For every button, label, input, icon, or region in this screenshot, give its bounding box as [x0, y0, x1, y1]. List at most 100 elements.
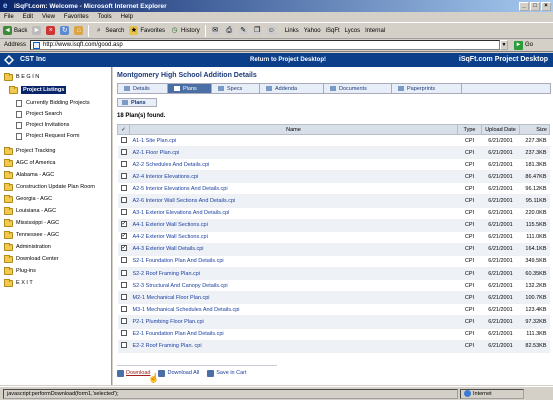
- minimize-button[interactable]: _: [519, 1, 529, 11]
- nav-folder-item[interactable]: Download Center: [4, 254, 59, 264]
- plan-name-link[interactable]: P2-1 Plumbing Floor Plan.cpi: [133, 319, 204, 325]
- back-button[interactable]: ◄ Back: [3, 26, 27, 35]
- plan-name-link[interactable]: A2-6 Interior Wall Sections And Details.…: [133, 198, 236, 204]
- menu-edit[interactable]: Edit: [23, 14, 33, 20]
- header-size[interactable]: Size: [519, 124, 550, 135]
- nav-project-request-form[interactable]: Project Request Form: [16, 131, 80, 141]
- plan-upload-date: 6/21/2001: [481, 170, 520, 184]
- plan-name-link[interactable]: A4-1 Exterior Wall Sections.cpi: [133, 222, 208, 228]
- nav-project-invitations[interactable]: Project Invitations: [16, 120, 69, 130]
- plan-name-link[interactable]: M3-1 Mechanical Schedules And Details.cp…: [133, 307, 240, 313]
- subtab-plans[interactable]: Plans: [117, 98, 157, 107]
- download-button[interactable]: Download: [117, 369, 150, 377]
- plan-name-link[interactable]: A4-2 Exterior Wall Sections.cpi: [133, 234, 208, 240]
- address-input[interactable]: http://www.isqft.com/good.asp: [30, 40, 501, 50]
- header-upload-date[interactable]: Upload Date: [481, 124, 520, 135]
- nav-exit[interactable]: E X I T: [4, 278, 33, 288]
- plan-name-link[interactable]: A1-1 Site Plan.cpi: [133, 138, 177, 144]
- nav-folder-item[interactable]: Louisiana - AGC: [4, 206, 56, 216]
- forward-icon[interactable]: ►: [32, 26, 42, 35]
- nav-project-listings[interactable]: Project Listings: [9, 85, 67, 95]
- link-internal[interactable]: Internal: [365, 28, 385, 34]
- plan-name-link[interactable]: S2-2 Roof Framing Plan.cpi: [133, 271, 201, 277]
- tab-specs[interactable]: Specs: [212, 84, 260, 93]
- row-checkbox[interactable]: [120, 330, 127, 337]
- plan-name-link[interactable]: S2-1 Foundation Plan And Details.cpi: [133, 258, 224, 264]
- download-all-button[interactable]: Download All: [158, 369, 199, 377]
- menu-file[interactable]: File: [4, 14, 14, 20]
- return-to-desktop-link[interactable]: Return to Project Desktop!: [250, 57, 326, 63]
- plan-name-link[interactable]: M2-1 Mechanical Floor Plan.cpi: [133, 295, 210, 301]
- address-dropdown[interactable]: ▼: [500, 40, 509, 50]
- link-yahoo[interactable]: Yahoo: [304, 28, 321, 34]
- search-button[interactable]: ⌕ Search: [94, 26, 124, 35]
- row-checkbox[interactable]: [120, 232, 127, 240]
- mail-icon[interactable]: ✉: [210, 26, 220, 35]
- plan-name-link[interactable]: A2-1 Floor Plan.cpi: [133, 150, 180, 156]
- row-checkbox[interactable]: [120, 269, 127, 276]
- row-checkbox[interactable]: [120, 136, 127, 143]
- discuss-icon[interactable]: ❐: [252, 26, 262, 35]
- messenger-icon[interactable]: ☺: [266, 26, 276, 35]
- link-lycos[interactable]: Lycos: [345, 28, 360, 34]
- stop-icon[interactable]: ×: [46, 26, 56, 35]
- plan-name-link[interactable]: A2-4 Interior Elevations.cpi: [133, 174, 199, 180]
- row-checkbox[interactable]: [120, 317, 127, 324]
- tab-details[interactable]: Details: [118, 84, 168, 93]
- row-checkbox[interactable]: [120, 197, 127, 204]
- header-check[interactable]: ✓: [117, 124, 130, 135]
- header-type[interactable]: Type: [457, 124, 482, 135]
- nav-folder-item[interactable]: Project Tracking: [4, 146, 55, 156]
- header-name[interactable]: Name: [129, 124, 458, 135]
- row-checkbox[interactable]: [120, 342, 127, 349]
- row-checkbox[interactable]: [120, 305, 127, 312]
- nav-begin[interactable]: B E G I N: [4, 72, 39, 82]
- nav-folder-item[interactable]: Georgia - AGC: [4, 194, 52, 204]
- plan-name-link[interactable]: S2-3 Structural And Canopy Details.cpi: [133, 283, 228, 289]
- nav-folder-item[interactable]: Administration: [4, 242, 51, 252]
- tab-paperprints[interactable]: Paperprints: [392, 84, 462, 93]
- history-button[interactable]: ◷ History: [170, 26, 199, 35]
- save-in-cart-button[interactable]: Save in Cart: [207, 369, 247, 377]
- plan-name-link[interactable]: A3-1 Exterior Elevations And Details.cpi: [133, 210, 230, 216]
- favorites-button[interactable]: ★ Favorites: [129, 26, 165, 35]
- row-checkbox[interactable]: [120, 160, 127, 167]
- edit-icon[interactable]: ✎: [238, 26, 248, 35]
- nav-folder-item[interactable]: AGC of America: [4, 158, 55, 168]
- row-checkbox[interactable]: [120, 172, 127, 179]
- tab-addenda[interactable]: Addenda: [260, 84, 324, 93]
- nav-project-search[interactable]: Project Search: [16, 109, 62, 119]
- tab-plans[interactable]: Plans: [168, 84, 212, 93]
- menu-tools[interactable]: Tools: [98, 14, 112, 20]
- go-button[interactable]: ► Go: [514, 40, 533, 50]
- nav-folder-item[interactable]: Mississippi - AGC: [4, 218, 59, 228]
- plan-name-link[interactable]: A2-5 Interior Elevations And Details.cpi: [133, 186, 228, 192]
- row-checkbox[interactable]: [120, 209, 127, 216]
- close-button[interactable]: ×: [541, 1, 551, 11]
- menu-view[interactable]: View: [42, 14, 55, 20]
- maximize-button[interactable]: □: [530, 1, 540, 11]
- nav-folder-item[interactable]: Alabama - AGC: [4, 170, 54, 180]
- plan-name-link[interactable]: A2-2 Schedules And Details.cpi: [133, 162, 210, 168]
- row-checkbox[interactable]: [120, 220, 127, 228]
- nav-folder-item[interactable]: Tennessee - AGC: [4, 230, 59, 240]
- home-icon[interactable]: ⌂: [74, 26, 84, 35]
- print-icon[interactable]: ⎙: [224, 26, 234, 35]
- plan-name-link[interactable]: E2-2 Roof Framing Plan. cpi: [133, 343, 202, 349]
- nav-folder-item[interactable]: Construction Update Plan Room: [4, 182, 95, 192]
- row-checkbox[interactable]: [120, 293, 127, 300]
- plan-name-link[interactable]: E2-1 Foundation Plan And Details.cpi: [133, 331, 224, 337]
- refresh-icon[interactable]: ↻: [60, 26, 70, 35]
- nav-currently-bidding[interactable]: Currently Bidding Projects: [16, 98, 90, 108]
- tab-documents[interactable]: Documents: [324, 84, 392, 93]
- row-checkbox[interactable]: [120, 148, 127, 155]
- row-checkbox[interactable]: [120, 281, 127, 288]
- row-checkbox[interactable]: [120, 257, 127, 264]
- row-checkbox[interactable]: [120, 184, 127, 191]
- nav-folder-item[interactable]: Plug-ins: [4, 266, 36, 276]
- menu-favorites[interactable]: Favorites: [64, 14, 89, 20]
- plan-name-link[interactable]: A4-3 Exterior Wall Details.cpi: [133, 246, 204, 252]
- menu-help[interactable]: Help: [121, 14, 133, 20]
- link-isqft[interactable]: iSqFt: [326, 28, 340, 34]
- row-checkbox[interactable]: [120, 244, 127, 252]
